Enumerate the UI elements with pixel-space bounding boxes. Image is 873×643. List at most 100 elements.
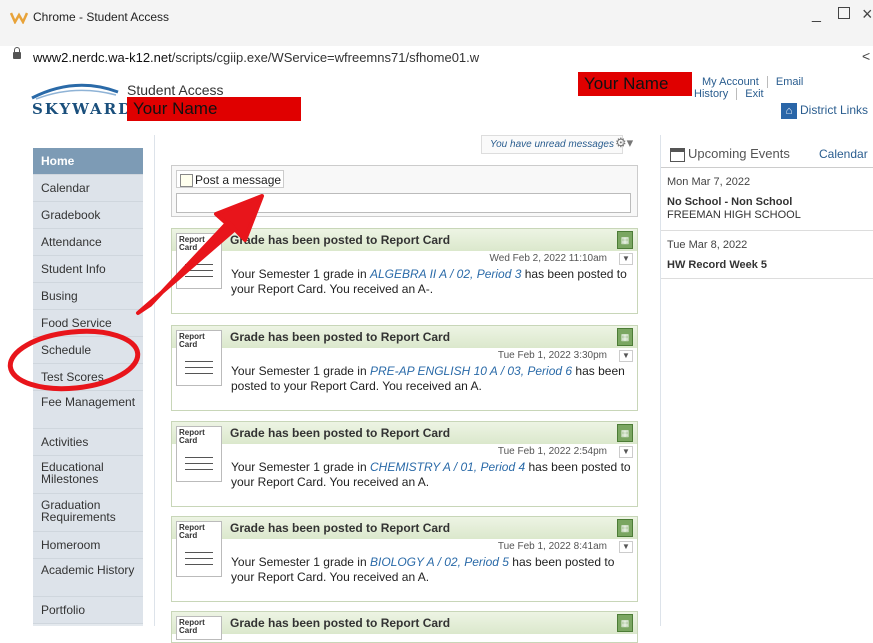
gear-icon[interactable]: ⚙▾ [615, 135, 633, 151]
report-card-icon: Report Card [176, 616, 222, 640]
sidebar-item-graduation-requirements[interactable]: Graduation Requirements [33, 494, 143, 532]
sidebar-item-home[interactable]: Home [33, 148, 143, 175]
sidebar-item-gradebook[interactable]: Gradebook [33, 202, 143, 229]
report-card-icon-label: Report Card [179, 332, 205, 349]
card-menu-dropdown[interactable]: ▼ [619, 446, 633, 458]
card-text-pre: Your Semester 1 grade in [231, 364, 370, 378]
report-card-icon-label: Report Card [179, 428, 205, 445]
sidebar-item-educational-milestones[interactable]: Educational Milestones [33, 456, 143, 494]
card-date: Tue Feb 1, 2022 2:54pm [497, 446, 607, 457]
events-title: Upcoming Events [688, 146, 790, 161]
redacted-name-right: Your Name [578, 72, 692, 96]
skyward-logo: SKYWARD [30, 82, 131, 122]
report-card-icon: Report Card [176, 521, 222, 577]
my-account-link[interactable]: My Account [694, 76, 768, 88]
sidebar-item-busing[interactable]: Busing [33, 283, 143, 310]
calendar-link[interactable]: Calendar [819, 147, 868, 161]
lock-icon [13, 47, 21, 59]
event-divider [661, 230, 873, 231]
card-body: Your Semester 1 grade in PRE-AP ENGLISH … [231, 364, 631, 394]
spreadsheet-icon[interactable]: ▦ [617, 614, 633, 632]
card-title: Grade has been posted to Report Card [172, 326, 637, 348]
message-feed: You have unread messages ⚙▾ Post a messa… [163, 135, 653, 643]
message-card: Grade has been posted to Report Card Rep… [171, 228, 638, 314]
course-link[interactable]: BIOLOGY A / 02, Period 5 [370, 555, 509, 569]
sidebar-item-activities[interactable]: Activities [33, 429, 143, 456]
share-icon[interactable]: < [862, 48, 870, 64]
event-title[interactable]: No School - Non School [667, 196, 792, 208]
logo-text: SKYWARD [32, 100, 134, 118]
sidebar-item-portfolio[interactable]: Portfolio [33, 597, 143, 624]
url-text[interactable]: www2.nerdc.wa-k12.net/scripts/cgiip.exe/… [33, 50, 479, 65]
card-title: Grade has been posted to Report Card [172, 517, 637, 539]
exit-link[interactable]: Exit [737, 88, 771, 100]
report-card-icon: Report Card [176, 233, 222, 289]
minimize-button[interactable]: _ [812, 6, 821, 24]
card-menu-dropdown[interactable]: ▼ [619, 541, 633, 553]
maximize-button[interactable] [838, 7, 850, 19]
spreadsheet-icon[interactable]: ▦ [617, 519, 633, 537]
card-date: Wed Feb 2, 2022 11:10am [489, 253, 608, 264]
sidebar-item-schedule[interactable]: Schedule [33, 337, 143, 364]
course-link[interactable]: PRE-AP ENGLISH 10 A / 03, Period 6 [370, 364, 572, 378]
district-links-button[interactable]: ⌂ District Links [781, 103, 868, 119]
district-links-label: District Links [800, 103, 869, 118]
district-icon: ⌂ [781, 103, 797, 119]
window-title: Chrome - Student Access [33, 10, 170, 24]
event-date: Mon Mar 7, 2022 [667, 176, 751, 188]
column-divider [154, 135, 155, 626]
sidebar-item-attendance[interactable]: Attendance [33, 229, 143, 256]
close-button[interactable]: × [862, 4, 873, 25]
course-link[interactable]: ALGEBRA II A / 02, Period 3 [370, 267, 521, 281]
redacted-name-left: Your Name [127, 97, 301, 121]
app-icon [10, 12, 28, 24]
card-title: Grade has been posted to Report Card [172, 612, 637, 634]
sidebar-item-homeroom[interactable]: Homeroom [33, 532, 143, 559]
card-text-pre: Your Semester 1 grade in [231, 267, 370, 281]
logo-swoosh [31, 83, 119, 100]
url-path: /scripts/cgiip.exe/WService=wfreemns71/s… [171, 50, 480, 65]
post-message-tab[interactable]: Post a message [176, 170, 284, 188]
unread-messages-link[interactable]: You have unread messages [481, 135, 623, 154]
window-titlebar: Chrome - Student Access _ × [0, 0, 873, 46]
report-card-icon: Report Card [176, 426, 222, 482]
report-card-icon: Report Card [176, 330, 222, 386]
card-menu-dropdown[interactable]: ▼ [619, 350, 633, 362]
spreadsheet-icon[interactable]: ▦ [617, 231, 633, 249]
post-message-box: Post a message [171, 165, 638, 217]
report-card-icon-label: Report Card [179, 523, 205, 540]
report-card-icon-label: Report Card [179, 235, 205, 252]
card-menu-dropdown[interactable]: ▼ [619, 253, 633, 265]
address-bar[interactable]: www2.nerdc.wa-k12.net/scripts/cgiip.exe/… [0, 46, 873, 71]
sidebar-item-food-service[interactable]: Food Service [33, 310, 143, 337]
event-date: Tue Mar 8, 2022 [667, 239, 748, 251]
card-body: Your Semester 1 grade in ALGEBRA II A / … [231, 267, 631, 297]
sidebar-item-fee-management[interactable]: Fee Management [33, 391, 143, 429]
card-body: Your Semester 1 grade in CHEMISTRY A / 0… [231, 460, 631, 490]
message-card: Grade has been posted to Report Card Rep… [171, 611, 638, 643]
event-subtitle: FREEMAN HIGH SCHOOL [667, 209, 801, 221]
post-message-label: Post a message [195, 173, 282, 187]
event-divider [661, 278, 873, 279]
card-date: Tue Feb 1, 2022 8:41am [497, 541, 607, 552]
calendar-icon [670, 148, 685, 162]
sidebar-item-calendar[interactable]: Calendar [33, 175, 143, 202]
course-link[interactable]: CHEMISTRY A / 01, Period 4 [370, 460, 525, 474]
sidebar-item-academic-history[interactable]: Academic History [33, 559, 143, 597]
pencil-icon [180, 174, 193, 187]
spreadsheet-icon[interactable]: ▦ [617, 328, 633, 346]
sidebar-item-student-info[interactable]: Student Info [33, 256, 143, 283]
report-card-icon-label: Report Card [179, 618, 205, 635]
card-date: Tue Feb 1, 2022 3:30pm [497, 350, 607, 361]
card-body: Your Semester 1 grade in BIOLOGY A / 02,… [231, 555, 631, 585]
message-card: Grade has been posted to Report Card Rep… [171, 325, 638, 411]
upcoming-events-panel: Upcoming Events Calendar Mon Mar 7, 2022… [660, 135, 873, 626]
sidebar-item-test-scores[interactable]: Test Scores [33, 364, 143, 391]
message-card: Grade has been posted to Report Card Rep… [171, 421, 638, 507]
event-title[interactable]: HW Record Week 5 [667, 259, 767, 271]
spreadsheet-icon[interactable]: ▦ [617, 424, 633, 442]
sidebar-nav: Home Calendar Gradebook Attendance Stude… [33, 148, 143, 626]
card-title: Grade has been posted to Report Card [172, 229, 637, 251]
message-input[interactable] [176, 193, 631, 213]
events-header: Upcoming Events Calendar [661, 143, 873, 168]
